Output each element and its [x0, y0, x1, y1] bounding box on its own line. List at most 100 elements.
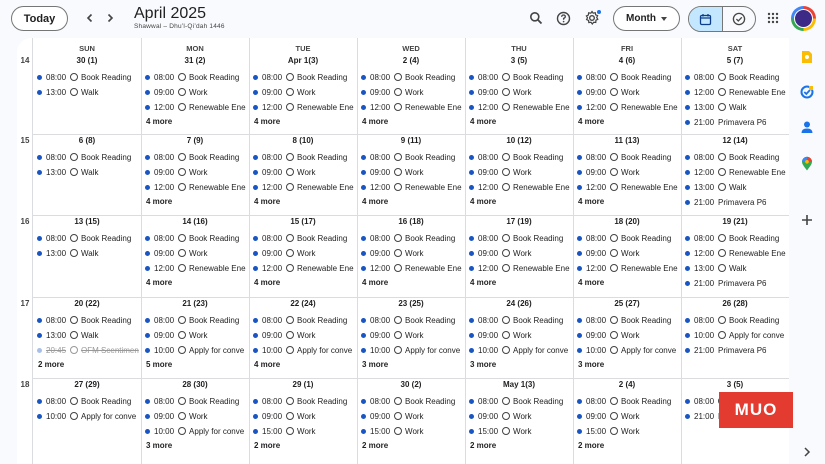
day-date[interactable]: 12 (14) [681, 136, 789, 145]
day-date[interactable]: 25 (27) [573, 299, 681, 308]
calendar-event[interactable]: 12:00 Renewable Ene [577, 100, 678, 114]
more-events-link[interactable]: 3 more [362, 360, 388, 369]
expand-side-panel-button[interactable] [799, 444, 815, 460]
more-events-link[interactable]: 2 more [38, 360, 64, 369]
calendar-event[interactable]: 12:00 Renewable Ene [361, 100, 462, 114]
calendar-event[interactable]: 09:00 Work [253, 85, 316, 99]
calendar-event[interactable]: 09:00 Work [577, 165, 640, 179]
calendar-event[interactable]: 10:00 Apply for conve [37, 409, 136, 423]
previous-month-button[interactable] [81, 9, 99, 27]
day-cell[interactable]: 20 (22) 08:00 Book Reading 13:00 Walk 20:45 OF… [33, 297, 141, 378]
day-date[interactable]: 9 (11) [357, 136, 465, 145]
more-events-link[interactable]: 4 more [254, 117, 280, 126]
search-button[interactable] [527, 9, 545, 27]
calendar-event[interactable]: 09:00 Work [253, 165, 316, 179]
more-events-link[interactable]: 4 more [254, 278, 280, 287]
calendar-event[interactable]: 08:00 Book Reading [37, 394, 131, 408]
more-events-link[interactable]: 4 more [362, 197, 388, 206]
day-cell[interactable]: 14 (16) 08:00 Book Reading 09:00 Work 12:00 Re… [141, 215, 249, 297]
day-date[interactable]: 27 (29) [33, 380, 141, 389]
calendar-event[interactable]: 09:00 Work [361, 409, 424, 423]
view-selector[interactable]: Month [613, 6, 680, 31]
day-cell[interactable]: 21 (23) 08:00 Book Reading 09:00 Work 10:00 Ap… [141, 297, 249, 378]
calendar-event[interactable]: 13:00 Walk [37, 85, 99, 99]
calendar-event[interactable]: 08:00 Book Reading [253, 70, 347, 84]
calendar-event[interactable]: 12:00 Renewable Ene [145, 261, 246, 275]
day-cell[interactable]: 9 (11) 08:00 Book Reading 09:00 Work 12:00 Ren… [357, 134, 465, 215]
day-date[interactable]: 19 (21) [681, 217, 789, 226]
calendar-event[interactable]: 10:00 Apply for conve [145, 424, 244, 438]
day-date[interactable]: 11 (13) [573, 136, 681, 145]
calendar-event[interactable]: 08:00 Book Reading [37, 150, 131, 164]
calendar-event[interactable]: 09:00 Work [577, 85, 640, 99]
calendar-event[interactable]: 08:00 Book Reading [145, 70, 239, 84]
calendar-event[interactable]: 09:00 Work [577, 246, 640, 260]
calendar-event[interactable]: 12:00 Renewable Ene [577, 261, 678, 275]
account-avatar[interactable] [791, 6, 816, 31]
day-cell[interactable]: 18 (20) 08:00 Book Reading 09:00 Work 12:00 Re… [573, 215, 681, 297]
calendar-event[interactable]: 09:00 Work [469, 246, 532, 260]
more-events-link[interactable]: 2 more [254, 441, 280, 450]
apps-button[interactable] [764, 9, 782, 27]
day-cell[interactable]: 12 (14) 08:00 Book Reading 12:00 Renewable E… [681, 134, 789, 215]
calendar-event[interactable]: 10:00 Apply for conve [361, 343, 460, 357]
day-date[interactable]: 28 (30) [141, 380, 249, 389]
calendar-event[interactable]: 13:00 Walk [685, 100, 747, 114]
calendar-event[interactable]: 12:00 Renewable Ene [253, 100, 354, 114]
calendar-event[interactable]: 09:00 Work [145, 409, 208, 423]
day-cell[interactable]: 19 (21) 08:00 Book Reading 12:00 Renewable E… [681, 215, 789, 297]
calendar-event[interactable]: 08:00 Book Reading [469, 313, 563, 327]
day-cell[interactable]: 2 (4) 08:00 Book Reading 09:00 Work 15:00 Work… [573, 378, 681, 464]
more-events-link[interactable]: 2 more [578, 441, 604, 450]
day-date[interactable]: 20 (22) [33, 299, 141, 308]
calendar-event[interactable]: 09:00 Work [469, 165, 532, 179]
calendar-event[interactable]: 09:00 Work [253, 328, 316, 342]
maps-button[interactable] [799, 155, 815, 171]
calendar-event[interactable]: 08:00 Book Reading [253, 394, 347, 408]
calendar-event[interactable]: 08:00 Book Reading [577, 231, 671, 245]
calendar-event[interactable]: 15:00 Work [361, 424, 424, 438]
calendar-event[interactable]: 21:00Primavera P6 [685, 115, 767, 129]
day-cell[interactable]: 3 (5) 08:00 Book Reading 09:00 Work 12:00 Rene… [465, 54, 573, 134]
more-events-link[interactable]: 4 more [578, 278, 604, 287]
calendar-event[interactable]: 12:00 Renewable Ene [253, 261, 354, 275]
day-date[interactable]: Apr 1(3) [249, 56, 357, 65]
calendar-event[interactable]: 09:00 Work [145, 328, 208, 342]
more-events-link[interactable]: 4 more [146, 117, 172, 126]
calendar-event[interactable]: 12:00 Renewable Ene [577, 180, 678, 194]
calendar-event[interactable]: 12:00 Renewable Ene [685, 246, 786, 260]
day-date[interactable]: 26 (28) [681, 299, 789, 308]
help-button[interactable] [554, 9, 572, 27]
more-events-link[interactable]: 4 more [146, 278, 172, 287]
calendar-event[interactable]: 08:00 Book Reading [469, 394, 563, 408]
calendar-event[interactable]: 08:00 Book Reading [685, 231, 779, 245]
more-events-link[interactable]: 4 more [362, 278, 388, 287]
day-date[interactable]: 24 (26) [465, 299, 573, 308]
day-date[interactable]: 18 (20) [573, 217, 681, 226]
calendar-event[interactable]: 08:00 Book Reading [145, 394, 239, 408]
calendar-event[interactable]: 12:00 Renewable Ene [685, 165, 786, 179]
calendar-event[interactable]: 13:00 Walk [37, 328, 99, 342]
day-cell[interactable]: 22 (24) 08:00 Book Reading 09:00 Work 10:00 Ap… [249, 297, 357, 378]
calendar-event[interactable]: 08:00 Book Reading [145, 313, 239, 327]
more-events-link[interactable]: 5 more [146, 360, 172, 369]
day-cell[interactable]: Apr 1(3) 08:00 Book Reading 09:00 Work 12:00 R… [249, 54, 357, 134]
calendar-event[interactable]: 13:00 Walk [37, 165, 99, 179]
day-cell[interactable]: 15 (17) 08:00 Book Reading 09:00 Work 12:00 Re… [249, 215, 357, 297]
day-cell[interactable]: 17 (19) 08:00 Book Reading 09:00 Work 12:00 Re… [465, 215, 573, 297]
day-cell[interactable]: 30 (1) 08:00 Book Reading 13:00 Walk [33, 54, 141, 134]
calendar-event[interactable]: 12:00 Renewable Ene [469, 180, 570, 194]
calendar-event[interactable]: 08:00 Book Reading [577, 150, 671, 164]
calendar-event[interactable]: 09:00 Work [361, 85, 424, 99]
day-cell[interactable]: 13 (15) 08:00 Book Reading 13:00 Walk [33, 215, 141, 297]
calendar-event[interactable]: 08:00 Book Reading [37, 231, 131, 245]
tasks-button[interactable] [799, 84, 815, 100]
more-events-link[interactable]: 4 more [470, 278, 496, 287]
calendar-event[interactable]: 12:00 Renewable Ene [145, 180, 246, 194]
calendar-event[interactable]: 08:00 Book Reading [361, 70, 455, 84]
calendar-event[interactable]: 08:00 Book Reading [361, 313, 455, 327]
day-cell[interactable]: 4 (6) 08:00 Book Reading 09:00 Work 12:00 Rene… [573, 54, 681, 134]
day-cell[interactable]: 25 (27) 08:00 Book Reading 09:00 Work 10:00 Ap… [573, 297, 681, 378]
day-cell[interactable]: 26 (28) 08:00 Book Reading 10:00 Apply for c… [681, 297, 789, 378]
day-date[interactable]: 22 (24) [249, 299, 357, 308]
